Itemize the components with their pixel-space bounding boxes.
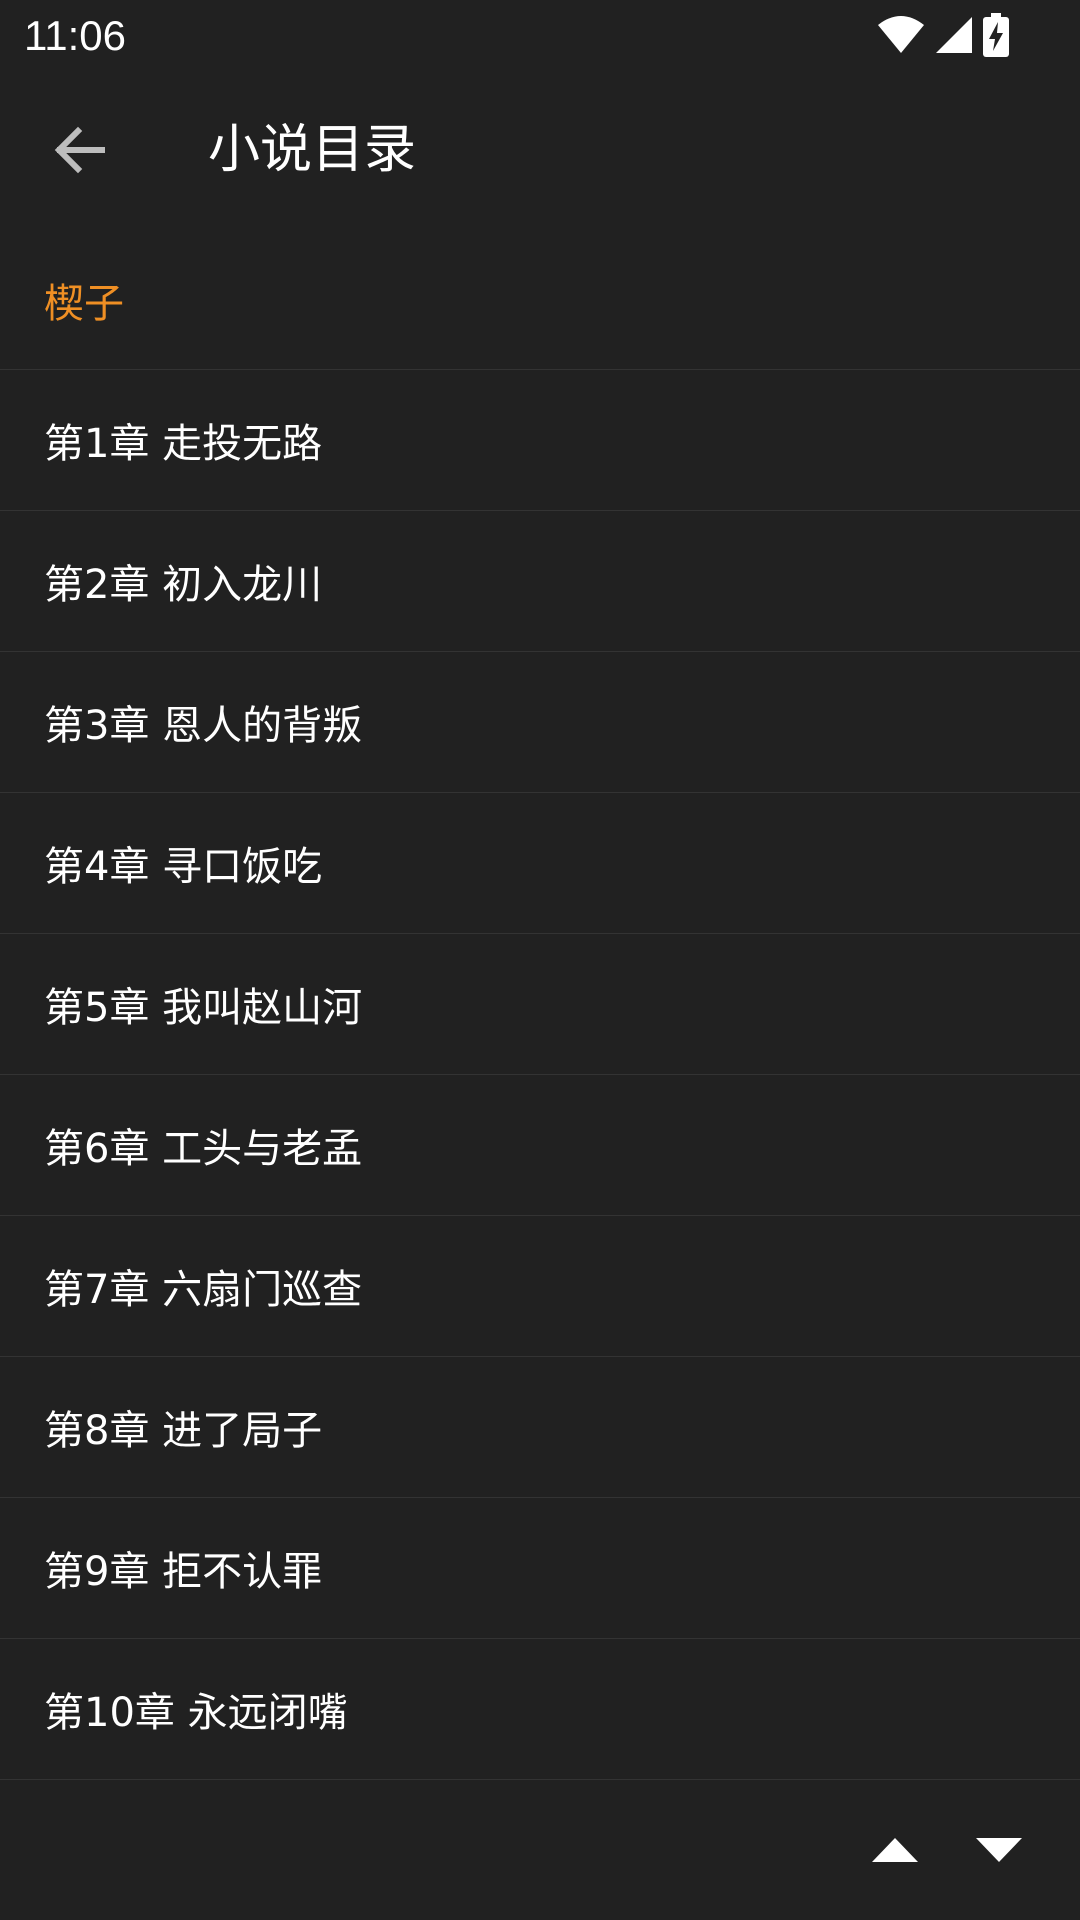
chapter-item[interactable]: 第5章 我叫赵山河 bbox=[0, 934, 1080, 1075]
chapter-item[interactable]: 楔子 bbox=[0, 230, 1080, 370]
status-time: 11:06 bbox=[24, 12, 126, 59]
triangle-up-icon bbox=[872, 1838, 918, 1862]
status-bar: 11:06 bbox=[0, 0, 1080, 72]
wifi-icon bbox=[878, 16, 924, 53]
triangle-down-icon bbox=[976, 1838, 1022, 1862]
chapter-item[interactable]: 第3章 恩人的背叛 bbox=[0, 652, 1080, 793]
chapter-label: 第1章 走投无路 bbox=[44, 421, 323, 467]
chapter-label: 第10章 永远闭嘴 bbox=[44, 1690, 348, 1736]
chapter-item[interactable]: 第10章 永远闭嘴 bbox=[0, 1639, 1080, 1780]
chapter-label: 楔子 bbox=[44, 280, 124, 327]
chapter-item[interactable]: 第7章 六扇门巡查 bbox=[0, 1216, 1080, 1357]
battery-charging-icon bbox=[983, 13, 1009, 57]
chapter-label: 第2章 初入龙川 bbox=[44, 562, 323, 608]
scroll-down-button[interactable] bbox=[959, 1820, 1039, 1880]
chapter-label: 第9章 拒不认罪 bbox=[44, 1549, 323, 1595]
status-icons bbox=[876, 12, 1010, 58]
scroll-up-button[interactable] bbox=[855, 1820, 935, 1880]
chapter-label: 第4章 寻口饭吃 bbox=[44, 844, 323, 890]
chapter-item[interactable]: 第1章 走投无路 bbox=[0, 370, 1080, 511]
scroll-controls bbox=[0, 1780, 1080, 1920]
cell-signal-icon bbox=[936, 17, 972, 53]
arrow-back-icon bbox=[54, 126, 105, 174]
chapter-list: 楔子第1章 走投无路 第2章 初入龙川 第3章 恩人的背叛 第4章 寻口饭吃 第5章 我… bbox=[0, 230, 1080, 1780]
chapter-item[interactable]: 第4章 寻口饭吃 bbox=[0, 793, 1080, 934]
chapter-label: 第7章 六扇门巡查 bbox=[44, 1267, 363, 1313]
app-bar: 小说目录 bbox=[0, 72, 1080, 228]
chapter-item[interactable]: 第6章 工头与老孟 bbox=[0, 1075, 1080, 1216]
screen: 11:06 小说目录 楔子第1章 走投无路 第2章 初入龙川 第3章 恩人的背叛 第4… bbox=[0, 0, 1080, 1920]
chapter-label: 第5章 我叫赵山河 bbox=[44, 985, 363, 1031]
chapter-item[interactable]: 第2章 初入龙川 bbox=[0, 511, 1080, 652]
chapter-label: 第8章 进了局子 bbox=[44, 1408, 323, 1454]
chapter-item[interactable]: 第9章 拒不认罪 bbox=[0, 1498, 1080, 1639]
back-button[interactable] bbox=[40, 110, 120, 190]
chapter-label: 第6章 工头与老孟 bbox=[44, 1126, 363, 1172]
chapter-label: 第3章 恩人的背叛 bbox=[44, 703, 363, 749]
page-title: 小说目录 bbox=[208, 120, 417, 180]
chapter-item[interactable]: 第8章 进了局子 bbox=[0, 1357, 1080, 1498]
